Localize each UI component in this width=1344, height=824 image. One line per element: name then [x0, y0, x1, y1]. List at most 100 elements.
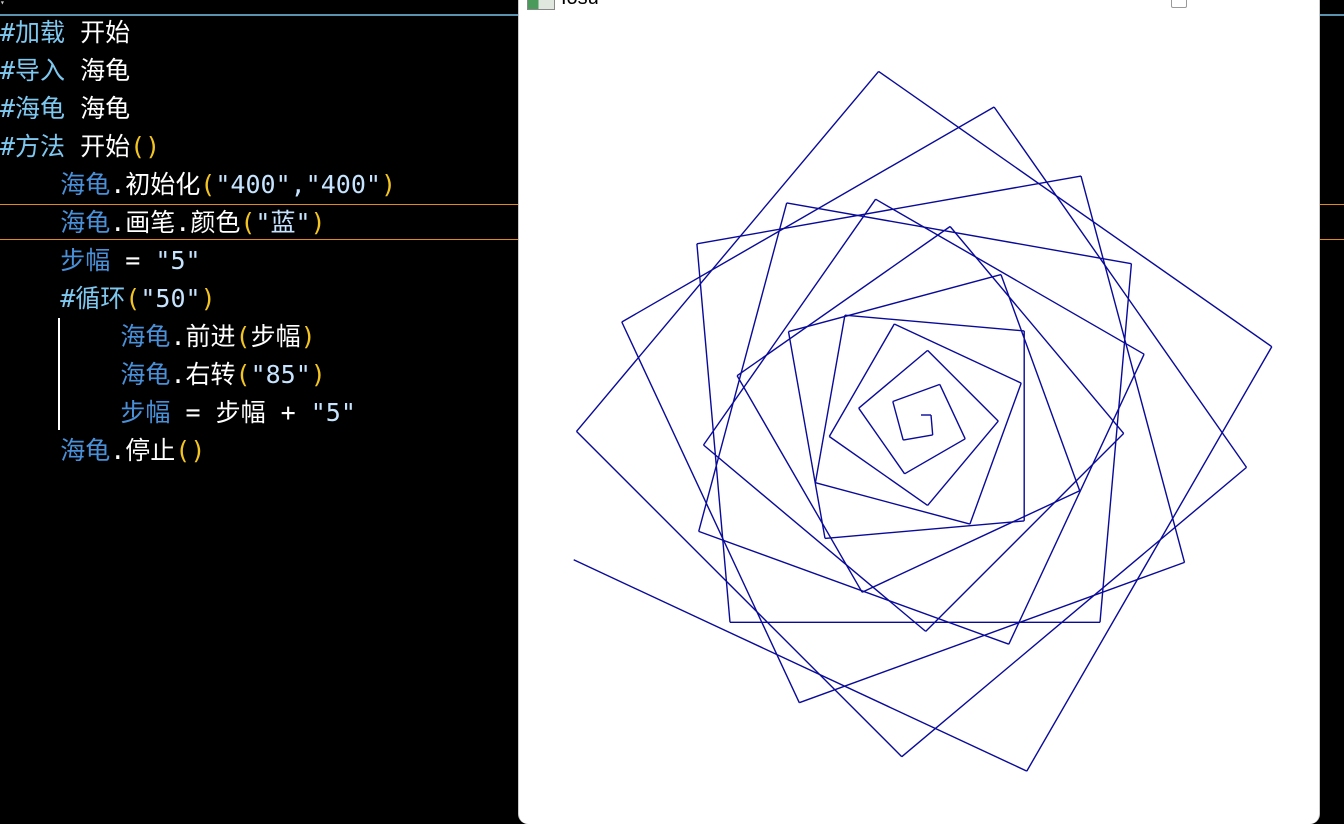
code-line[interactable]: 步幅 = 步幅 + "5" — [0, 394, 356, 432]
code-token: 海龟 — [120, 322, 171, 351]
turtle-path-segment — [703, 444, 927, 632]
code-token: ( — [200, 170, 216, 199]
code-line[interactable]: 步幅 = "5" — [0, 242, 201, 280]
code-token: ) — [310, 208, 326, 237]
code-line[interactable]: #加载 开始 — [0, 14, 130, 52]
code-token: () — [175, 436, 206, 465]
code-token: 海龟 — [60, 436, 111, 465]
code-token: 步幅 — [250, 322, 301, 351]
turtle-path-segment — [878, 70, 1273, 348]
turtle-path-segment — [824, 520, 1025, 540]
code-token: () — [130, 132, 161, 161]
turtle-window[interactable]: Iosu — [518, 0, 1320, 824]
code-token: .初始化 — [110, 170, 201, 199]
turtle-path-segment — [969, 382, 1022, 525]
turtle-path-segment — [894, 323, 1022, 384]
turtle-path-segment — [696, 175, 1082, 245]
code-token: ( — [240, 208, 256, 237]
turtle-path-segment — [573, 559, 1028, 772]
code-token: #方法 — [0, 132, 66, 161]
code-line[interactable]: #循环("50") — [0, 280, 216, 318]
code-token: 海龟 — [60, 170, 111, 199]
turtle-path-segment — [815, 482, 971, 525]
code-token: #循环 — [60, 284, 126, 313]
code-token: 海龟 — [60, 208, 111, 237]
turtle-path-segment — [892, 401, 904, 441]
code-token: "蓝" — [255, 208, 311, 237]
turtle-path-segment — [702, 198, 877, 446]
code-token: = 步幅 + — [170, 398, 311, 427]
code-token: ) — [380, 170, 396, 199]
window-title-bar[interactable]: Iosu — [519, 0, 1319, 10]
code-line[interactable]: 海龟.画笔.颜色("蓝") — [0, 204, 326, 242]
turtle-path-segment — [788, 273, 1002, 333]
code-token: 开始 — [65, 18, 131, 47]
turtle-path-segment — [927, 349, 999, 422]
turtle-path-segment — [621, 321, 800, 703]
code-line[interactable]: 海龟.右转("85") — [0, 356, 326, 394]
code-token: "5" — [155, 246, 201, 275]
window-title: Iosu — [561, 0, 599, 10]
turtle-path-segment — [901, 466, 1247, 758]
turtle-path-segment — [904, 438, 966, 475]
code-line[interactable]: 海龟.停止() — [0, 432, 205, 470]
code-token: "400","400" — [215, 170, 381, 199]
code-token: ( — [235, 322, 251, 351]
code-token: 海龟 — [120, 360, 171, 389]
code-token: 海龟 — [65, 94, 131, 123]
app-icon — [527, 0, 555, 10]
close-icon — [1259, 0, 1287, 8]
code-line[interactable]: #方法 开始() — [0, 128, 160, 166]
turtle-path-segment — [621, 106, 995, 323]
code-token: 海龟 — [65, 56, 131, 85]
turtle-path-segment — [861, 490, 1080, 593]
code-token: ) — [310, 360, 326, 389]
code-line[interactable]: #导入 海龟 — [0, 52, 130, 90]
code-token: .前进 — [170, 322, 236, 351]
turtle-path-segment — [892, 383, 941, 403]
turtle-path-segment — [736, 225, 951, 377]
turtle-path-segment — [1000, 274, 1081, 491]
code-line[interactable]: 海龟.初始化("400","400") — [0, 166, 396, 204]
code-token: ) — [300, 322, 316, 351]
turtle-path-segment — [828, 435, 929, 506]
code-token: ) — [200, 284, 216, 313]
turtle-path-segment — [1026, 346, 1273, 772]
corner-mark: ▾ — [0, 0, 5, 7]
turtle-path-segment — [736, 375, 863, 593]
turtle-path-segment — [1008, 353, 1145, 645]
code-token: #加载 — [0, 18, 66, 47]
code-token: .停止 — [110, 436, 176, 465]
code-line[interactable]: 海龟.前进(步幅) — [0, 318, 316, 356]
code-token: 步幅 — [120, 398, 171, 427]
turtle-canvas — [573, 70, 1273, 772]
code-token: .右转 — [170, 360, 236, 389]
code-token: "85" — [250, 360, 311, 389]
turtle-path-segment — [858, 349, 929, 409]
code-token: ( — [235, 360, 251, 389]
turtle-path-segment — [993, 106, 1248, 468]
code-token: #海龟 — [0, 94, 66, 123]
turtle-path-segment — [576, 430, 903, 758]
turtle-path-segment — [844, 314, 1025, 332]
turtle-path-segment — [875, 198, 1145, 355]
code-token: 开始 — [65, 132, 131, 161]
code-token: = — [110, 246, 156, 275]
code-line[interactable]: #海龟 海龟 — [0, 90, 130, 128]
turtle-path-segment — [1080, 175, 1186, 563]
code-token: "50" — [140, 284, 201, 313]
turtle-path-segment — [939, 384, 966, 440]
maximize-button[interactable] — [1171, 0, 1187, 8]
code-token: 步幅 — [60, 246, 111, 275]
close-button[interactable] — [1259, 0, 1287, 8]
code-token: ( — [125, 284, 141, 313]
turtle-path-segment — [814, 315, 846, 483]
code-token: "5" — [310, 398, 356, 427]
